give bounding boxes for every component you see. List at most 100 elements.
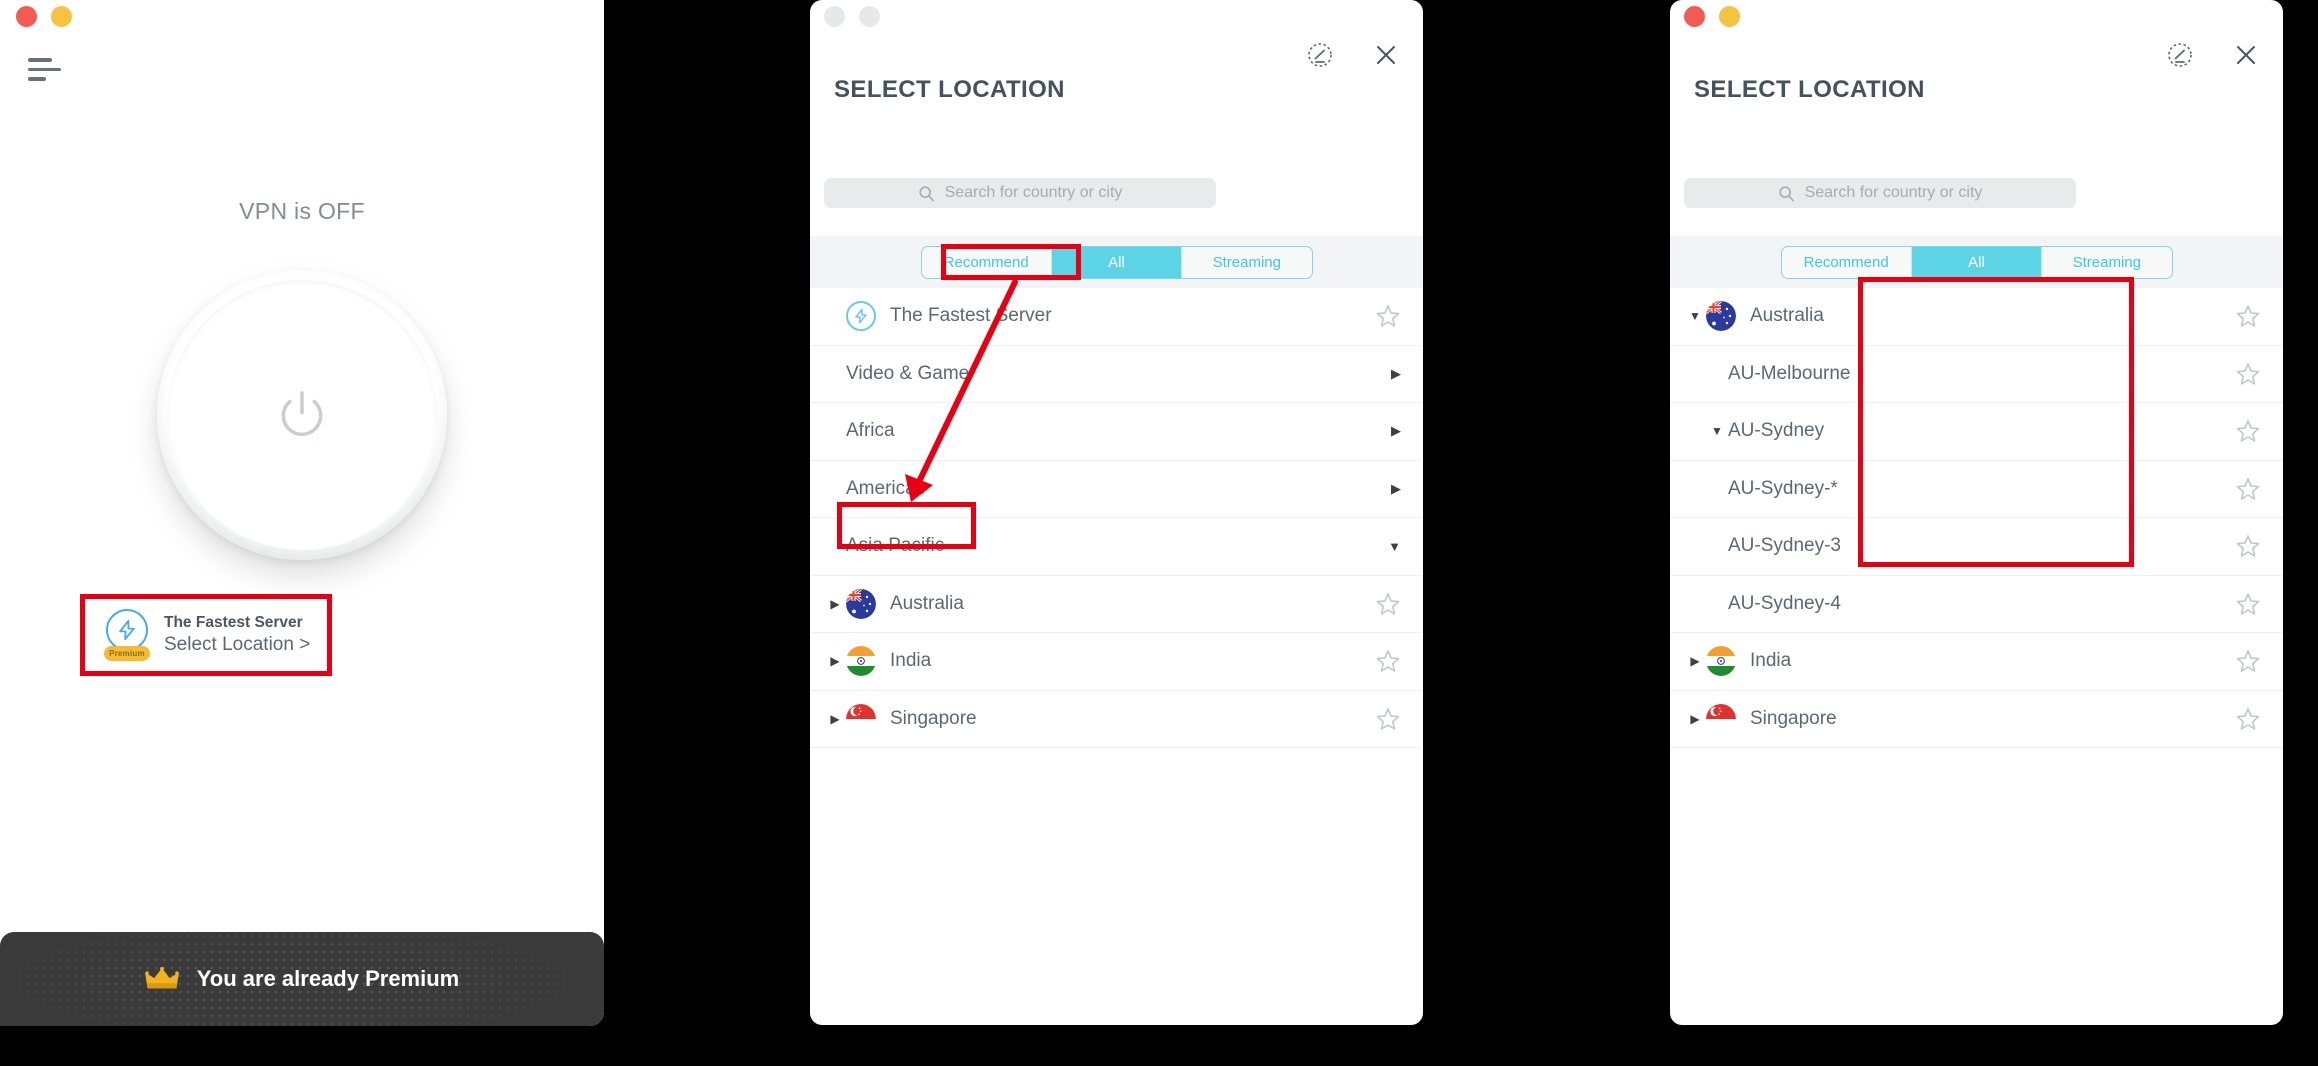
list-item-au-sydney[interactable]: ▼ AU-Sydney [1670, 403, 2283, 461]
hamburger-line [28, 77, 46, 81]
list-item-singapore[interactable]: ▶ Singapore [1670, 690, 2283, 748]
close-icon[interactable] [2231, 40, 2261, 70]
list-item-singapore[interactable]: ▶ Singapore [810, 690, 1423, 748]
favorite-star-icon[interactable] [2235, 361, 2261, 387]
list-item-india[interactable]: ▶ India [1670, 633, 2283, 691]
speedometer-icon[interactable] [1305, 40, 1335, 70]
tab-recommend[interactable]: Recommend [922, 246, 1052, 278]
flag-australia-icon [846, 588, 876, 619]
close-window-button[interactable] [1684, 6, 1705, 27]
list-item-label: Video & Game [846, 362, 970, 384]
tabbar: Recommend All Streaming [1670, 236, 2283, 288]
location-list: ▶ The Fastest Server ▶ Video & Game ▶ [810, 288, 1423, 748]
fastest-server-title: The Fastest Server [164, 614, 303, 631]
list-item-label: Africa [846, 420, 895, 442]
hamburger-icon[interactable] [28, 58, 62, 84]
window-traffic-lights [824, 6, 880, 27]
list-item-label: Singapore [890, 707, 977, 729]
close-icon[interactable] [1371, 40, 1401, 70]
list-item-au-sydney-4[interactable]: AU-Sydney-4 [1670, 575, 2283, 633]
favorite-star-icon[interactable] [2235, 648, 2261, 674]
list-item-africa[interactable]: ▶ Africa ▶ [810, 403, 1423, 461]
collapse-caret-icon[interactable]: ▼ [1706, 424, 1728, 438]
list-item-label: AU-Sydney-4 [1728, 592, 1841, 614]
list-item-fastest-server[interactable]: ▶ The Fastest Server [810, 288, 1423, 346]
flag-india-icon [1706, 646, 1736, 677]
list-item-india[interactable]: ▶ India [810, 633, 1423, 691]
tab-streaming[interactable]: Streaming [1182, 247, 1311, 278]
fastest-server-texts: The Fastest Server Select Location > [164, 614, 310, 656]
favorite-star-icon[interactable] [2235, 476, 2261, 502]
search-icon [1778, 185, 1795, 202]
tab-all[interactable]: All [1911, 246, 2043, 278]
search-input[interactable]: Search for country or city [1684, 178, 2076, 208]
list-item-americas[interactable]: ▶ Americas ▶ [810, 460, 1423, 518]
list-item-au-sydney-star[interactable]: AU-Sydney-* [1670, 460, 2283, 518]
flag-india-icon [846, 646, 876, 677]
chevron-right-icon[interactable]: ▶ [1381, 366, 1401, 382]
list-item-label: Singapore [1750, 707, 1837, 729]
list-item-au-sydney-3[interactable]: AU-Sydney-3 [1670, 518, 2283, 576]
select-location-link[interactable]: Select Location > [164, 634, 310, 656]
list-item-label: India [1750, 650, 1792, 672]
search-placeholder: Search for country or city [1804, 184, 1983, 201]
chevron-right-icon[interactable]: ▶ [1381, 423, 1401, 439]
chevron-down-icon[interactable]: ▼ [1381, 539, 1401, 554]
expand-caret-icon[interactable]: ▶ [1684, 654, 1706, 668]
favorite-star-icon[interactable] [2235, 591, 2261, 617]
favorite-star-icon[interactable] [2235, 706, 2261, 732]
list-item-label: AU-Sydney-* [1728, 477, 1838, 499]
close-window-button[interactable] [824, 6, 845, 27]
location-tabs: Recommend All Streaming [920, 245, 1313, 279]
close-window-button[interactable] [16, 6, 37, 27]
list-item-label: AU-Melbourne [1728, 362, 1851, 384]
window-traffic-lights [16, 6, 72, 27]
minimize-window-button[interactable] [1719, 6, 1740, 27]
list-item-asia-pacific[interactable]: ▶ Asia Pacific ▼ [810, 518, 1423, 576]
fastest-server-card[interactable]: Premium The Fastest Server Select Locati… [82, 600, 330, 670]
expand-caret-icon[interactable]: ▶ [824, 597, 846, 611]
page-title: SELECT LOCATION [1694, 76, 1925, 103]
power-icon [274, 387, 330, 443]
list-item-label: India [890, 650, 932, 672]
screenshot-stage: VPN is OFF Premium The Fastest Server Se… [0, 0, 2318, 1066]
minimize-window-button[interactable] [51, 6, 72, 27]
expand-caret-icon[interactable]: ▶ [1684, 712, 1706, 726]
tab-all[interactable]: All [1051, 246, 1183, 278]
list-item-label: Australia [1750, 305, 1824, 327]
search-input[interactable]: Search for country or city [824, 178, 1216, 208]
favorite-star-icon[interactable] [2235, 303, 2261, 329]
expand-caret-icon[interactable]: ▶ [824, 654, 846, 668]
flag-singapore-icon [1706, 703, 1736, 734]
search-placeholder: Search for country or city [944, 184, 1123, 201]
favorite-star-icon[interactable] [1375, 648, 1401, 674]
list-item-australia[interactable]: ▶ Australia [810, 575, 1423, 633]
tab-recommend[interactable]: Recommend [1782, 246, 1912, 278]
favorite-star-icon[interactable] [2235, 418, 2261, 444]
window-action-icons [1305, 40, 1401, 70]
speedometer-icon[interactable] [2165, 40, 2195, 70]
collapse-caret-icon[interactable]: ▼ [1684, 309, 1706, 323]
power-button[interactable] [157, 270, 447, 560]
bolt-icon [846, 301, 876, 332]
window-traffic-lights [1684, 6, 1740, 27]
expand-caret-icon[interactable]: ▶ [824, 712, 846, 726]
favorite-star-icon[interactable] [1375, 303, 1401, 329]
select-location-expanded-window: SELECT LOCATION Search for country or ci… [1670, 0, 2283, 1025]
crown-icon [144, 966, 179, 992]
minimize-window-button[interactable] [859, 6, 880, 27]
hamburger-line [28, 58, 52, 62]
list-item-au-melbourne[interactable]: AU-Melbourne [1670, 345, 2283, 403]
premium-badge: Premium [104, 646, 150, 661]
favorite-star-icon[interactable] [1375, 706, 1401, 732]
favorite-star-icon[interactable] [1375, 591, 1401, 617]
list-item-video-game[interactable]: ▶ Video & Game ▶ [810, 345, 1423, 403]
premium-banner[interactable]: You are already Premium [0, 932, 604, 1026]
list-item-label: AU-Sydney [1728, 420, 1825, 442]
list-item-australia[interactable]: ▼ Australia [1670, 288, 2283, 346]
favorite-star-icon[interactable] [2235, 533, 2261, 559]
tab-streaming[interactable]: Streaming [2042, 247, 2171, 278]
vpn-status-text: VPN is OFF [239, 198, 365, 224]
chevron-right-icon[interactable]: ▶ [1381, 481, 1401, 497]
flag-singapore-icon [846, 703, 876, 734]
